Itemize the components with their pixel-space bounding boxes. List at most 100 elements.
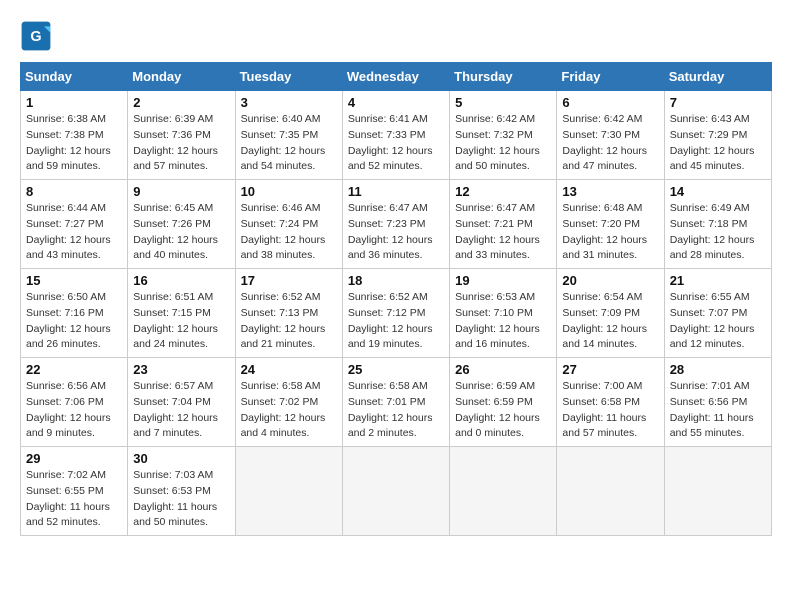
day-number: 27: [562, 362, 658, 377]
day-info: Sunrise: 6:38 AM Sunset: 7:38 PM Dayligh…: [26, 112, 122, 175]
calendar-cell: 29 Sunrise: 7:02 AM Sunset: 6:55 PM Dayli…: [21, 447, 128, 536]
day-info: Sunrise: 6:59 AM Sunset: 6:59 PM Dayligh…: [455, 379, 551, 442]
day-info: Sunrise: 6:41 AM Sunset: 7:33 PM Dayligh…: [348, 112, 444, 175]
svg-text:G: G: [30, 29, 41, 45]
day-info: Sunrise: 6:58 AM Sunset: 7:01 PM Dayligh…: [348, 379, 444, 442]
calendar-cell: 6 Sunrise: 6:42 AM Sunset: 7:30 PM Daylig…: [557, 91, 664, 180]
day-number: 29: [26, 451, 122, 466]
day-number: 5: [455, 95, 551, 110]
weekday-header: Friday: [557, 63, 664, 91]
calendar-week-row: 22 Sunrise: 6:56 AM Sunset: 7:06 PM Dayli…: [21, 358, 772, 447]
calendar-cell: 10Sunrise: 6:46 AM Sunset: 7:24 PM Dayli…: [235, 180, 342, 269]
weekday-header: Sunday: [21, 63, 128, 91]
calendar-week-row: 1 Sunrise: 6:38 AM Sunset: 7:38 PM Daylig…: [21, 91, 772, 180]
day-number: 26: [455, 362, 551, 377]
logo-icon: G: [20, 20, 52, 52]
calendar-cell: 30Sunrise: 7:03 AM Sunset: 6:53 PM Dayli…: [128, 447, 235, 536]
day-info: Sunrise: 6:39 AM Sunset: 7:36 PM Dayligh…: [133, 112, 229, 175]
day-number: 16: [133, 273, 229, 288]
calendar: SundayMondayTuesdayWednesdayThursdayFrid…: [20, 62, 772, 536]
calendar-cell: 20 Sunrise: 6:54 AM Sunset: 7:09 PM Dayli…: [557, 269, 664, 358]
day-number: 10: [241, 184, 337, 199]
calendar-cell: 11 Sunrise: 6:47 AM Sunset: 7:23 PM Dayli…: [342, 180, 449, 269]
day-number: 24: [241, 362, 337, 377]
calendar-cell: 14 Sunrise: 6:49 AM Sunset: 7:18 PM Dayli…: [664, 180, 771, 269]
calendar-cell: [664, 447, 771, 536]
calendar-cell: 12 Sunrise: 6:47 AM Sunset: 7:21 PM Dayli…: [450, 180, 557, 269]
calendar-cell: 24 Sunrise: 6:58 AM Sunset: 7:02 PM Dayli…: [235, 358, 342, 447]
calendar-cell: 23 Sunrise: 6:57 AM Sunset: 7:04 PM Dayli…: [128, 358, 235, 447]
day-number: 25: [348, 362, 444, 377]
calendar-cell: 18Sunrise: 6:52 AM Sunset: 7:12 PM Dayli…: [342, 269, 449, 358]
day-info: Sunrise: 6:42 AM Sunset: 7:32 PM Dayligh…: [455, 112, 551, 175]
day-info: Sunrise: 6:47 AM Sunset: 7:21 PM Dayligh…: [455, 201, 551, 264]
day-number: 6: [562, 95, 658, 110]
day-number: 13: [562, 184, 658, 199]
calendar-week-row: 15Sunrise: 6:50 AM Sunset: 7:16 PM Dayli…: [21, 269, 772, 358]
day-info: Sunrise: 6:56 AM Sunset: 7:06 PM Dayligh…: [26, 379, 122, 442]
day-info: Sunrise: 6:48 AM Sunset: 7:20 PM Dayligh…: [562, 201, 658, 264]
day-info: Sunrise: 6:52 AM Sunset: 7:12 PM Dayligh…: [348, 290, 444, 353]
calendar-cell: 15Sunrise: 6:50 AM Sunset: 7:16 PM Dayli…: [21, 269, 128, 358]
day-info: Sunrise: 6:58 AM Sunset: 7:02 PM Dayligh…: [241, 379, 337, 442]
day-number: 15: [26, 273, 122, 288]
day-info: Sunrise: 6:42 AM Sunset: 7:30 PM Dayligh…: [562, 112, 658, 175]
calendar-cell: [450, 447, 557, 536]
day-info: Sunrise: 6:40 AM Sunset: 7:35 PM Dayligh…: [241, 112, 337, 175]
weekday-header-row: SundayMondayTuesdayWednesdayThursdayFrid…: [21, 63, 772, 91]
calendar-cell: 28 Sunrise: 7:01 AM Sunset: 6:56 PM Dayli…: [664, 358, 771, 447]
calendar-cell: 7 Sunrise: 6:43 AM Sunset: 7:29 PM Daylig…: [664, 91, 771, 180]
day-info: Sunrise: 6:47 AM Sunset: 7:23 PM Dayligh…: [348, 201, 444, 264]
logo: G: [20, 20, 56, 52]
day-info: Sunrise: 6:52 AM Sunset: 7:13 PM Dayligh…: [241, 290, 337, 353]
calendar-cell: 19Sunrise: 6:53 AM Sunset: 7:10 PM Dayli…: [450, 269, 557, 358]
calendar-cell: 27 Sunrise: 7:00 AM Sunset: 6:58 PM Dayli…: [557, 358, 664, 447]
day-number: 20: [562, 273, 658, 288]
calendar-cell: 22 Sunrise: 6:56 AM Sunset: 7:06 PM Dayli…: [21, 358, 128, 447]
day-number: 4: [348, 95, 444, 110]
weekday-header: Thursday: [450, 63, 557, 91]
day-number: 3: [241, 95, 337, 110]
day-number: 14: [670, 184, 766, 199]
weekday-header: Tuesday: [235, 63, 342, 91]
calendar-cell: 8Sunrise: 6:44 AM Sunset: 7:27 PM Daylig…: [21, 180, 128, 269]
day-info: Sunrise: 6:53 AM Sunset: 7:10 PM Dayligh…: [455, 290, 551, 353]
day-info: Sunrise: 6:57 AM Sunset: 7:04 PM Dayligh…: [133, 379, 229, 442]
calendar-cell: 9 Sunrise: 6:45 AM Sunset: 7:26 PM Daylig…: [128, 180, 235, 269]
calendar-cell: [342, 447, 449, 536]
calendar-cell: 21Sunrise: 6:55 AM Sunset: 7:07 PM Dayli…: [664, 269, 771, 358]
day-info: Sunrise: 7:00 AM Sunset: 6:58 PM Dayligh…: [562, 379, 658, 442]
day-info: Sunrise: 7:01 AM Sunset: 6:56 PM Dayligh…: [670, 379, 766, 442]
calendar-cell: 26 Sunrise: 6:59 AM Sunset: 6:59 PM Dayli…: [450, 358, 557, 447]
day-number: 12: [455, 184, 551, 199]
calendar-cell: [235, 447, 342, 536]
day-number: 8: [26, 184, 122, 199]
day-number: 17: [241, 273, 337, 288]
calendar-cell: 1 Sunrise: 6:38 AM Sunset: 7:38 PM Daylig…: [21, 91, 128, 180]
day-info: Sunrise: 7:02 AM Sunset: 6:55 PM Dayligh…: [26, 468, 122, 531]
calendar-cell: [557, 447, 664, 536]
day-info: Sunrise: 6:49 AM Sunset: 7:18 PM Dayligh…: [670, 201, 766, 264]
day-number: 22: [26, 362, 122, 377]
calendar-cell: 2 Sunrise: 6:39 AM Sunset: 7:36 PM Daylig…: [128, 91, 235, 180]
day-number: 2: [133, 95, 229, 110]
weekday-header: Wednesday: [342, 63, 449, 91]
calendar-cell: 17 Sunrise: 6:52 AM Sunset: 7:13 PM Dayli…: [235, 269, 342, 358]
weekday-header: Saturday: [664, 63, 771, 91]
day-number: 28: [670, 362, 766, 377]
calendar-cell: 13 Sunrise: 6:48 AM Sunset: 7:20 PM Dayli…: [557, 180, 664, 269]
day-info: Sunrise: 6:43 AM Sunset: 7:29 PM Dayligh…: [670, 112, 766, 175]
day-number: 1: [26, 95, 122, 110]
page-header: G: [20, 20, 772, 52]
day-number: 9: [133, 184, 229, 199]
calendar-cell: 16Sunrise: 6:51 AM Sunset: 7:15 PM Dayli…: [128, 269, 235, 358]
calendar-week-row: 29 Sunrise: 7:02 AM Sunset: 6:55 PM Dayli…: [21, 447, 772, 536]
day-number: 23: [133, 362, 229, 377]
day-info: Sunrise: 6:45 AM Sunset: 7:26 PM Dayligh…: [133, 201, 229, 264]
calendar-cell: 3 Sunrise: 6:40 AM Sunset: 7:35 PM Daylig…: [235, 91, 342, 180]
day-info: Sunrise: 6:54 AM Sunset: 7:09 PM Dayligh…: [562, 290, 658, 353]
calendar-cell: 5 Sunrise: 6:42 AM Sunset: 7:32 PM Daylig…: [450, 91, 557, 180]
day-number: 11: [348, 184, 444, 199]
day-number: 7: [670, 95, 766, 110]
calendar-cell: 4 Sunrise: 6:41 AM Sunset: 7:33 PM Daylig…: [342, 91, 449, 180]
